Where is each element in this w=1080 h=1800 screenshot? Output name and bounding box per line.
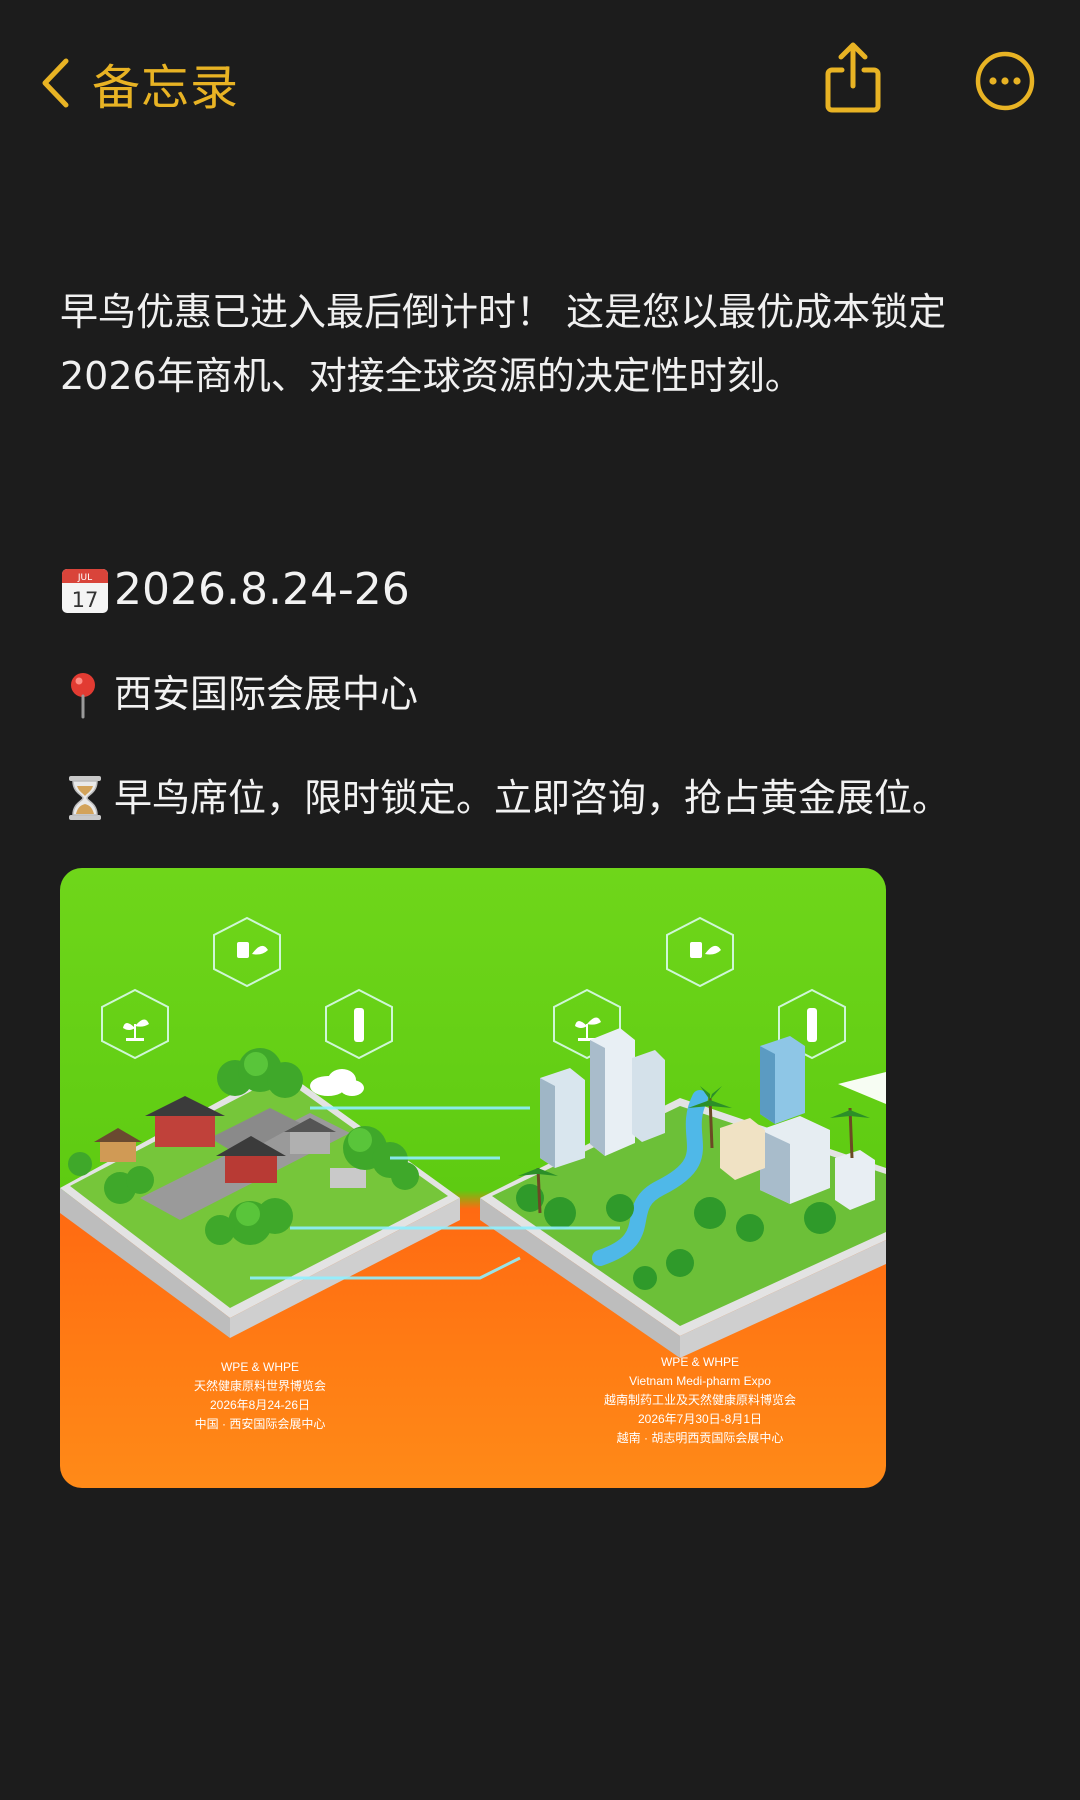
intro-paragraph: 早鸟优惠已进入最后倒计时！ 这是您以最优成本锁定 2026年商机、对接全球资源的… [60, 280, 1040, 408]
right-caption-line-2: Vietnam Medi-pharm Expo [629, 1374, 771, 1388]
ellipsis-circle-icon [974, 51, 1036, 116]
cta-line: 早鸟席位，限时锁定。立即咨询，抢占黄金展位。 [60, 766, 1040, 830]
hourglass-icon [60, 773, 110, 823]
right-caption-line-4: 2026年7月30日-8月1日 [637, 1412, 763, 1426]
back-button[interactable]: 备忘录 [40, 48, 239, 118]
right-caption-line-5: 越南 · 胡志明西贡国际会展中心 [616, 1431, 784, 1445]
right-caption-line-1: WPE & WHPE [660, 1355, 739, 1369]
calendar-day-text: 17 [72, 588, 99, 612]
more-options-button[interactable] [974, 50, 1036, 112]
call-to-action: 早鸟席位，限时锁定。立即咨询，抢占黄金展位。 [114, 776, 951, 820]
calendar-month-text: JUL [77, 573, 92, 583]
nav-bar: 备忘录 [0, 0, 1080, 170]
event-date: 2026.8.24-26 [114, 564, 410, 615]
note-body[interactable]: 早鸟优惠已进入最后倒计时！ 这是您以最优成本锁定 2026年商机、对接全球资源的… [60, 280, 1040, 830]
round-pushpin-icon [60, 669, 110, 719]
expo-poster-image[interactable]: WPE & WHPE 天然健康原料世界博览会 2026年8月24-26日 中国 … [60, 868, 886, 1488]
venue-line: 西安国际会展中心 [60, 662, 1040, 726]
right-caption-line-3: 越南制药工业及天然健康原料博览会 [603, 1393, 796, 1407]
event-venue: 西安国际会展中心 [114, 672, 419, 716]
left-caption-line-2: 天然健康原料世界博览会 [193, 1379, 326, 1393]
left-caption-line-4: 中国 · 西安国际会展中心 [194, 1417, 326, 1431]
date-line: JUL 17 2026.8.24-26 [60, 558, 1040, 622]
left-caption-line-3: 2026年8月24-26日 [209, 1398, 311, 1412]
back-label: 备忘录 [92, 60, 240, 116]
intro-line-1: 早鸟优惠已进入最后倒计时！ 这是您以最优成本锁定 [60, 290, 947, 334]
share-button[interactable] [822, 40, 884, 116]
intro-line-2: 2026年商机、对接全球资源的决定性时刻。 [60, 354, 803, 398]
calendar-icon: JUL 17 [60, 565, 110, 615]
right-poster-caption: WPE & WHPE Vietnam Medi-pharm Expo 越南制药工… [580, 1353, 820, 1448]
left-caption-line-1: WPE & WHPE [220, 1360, 299, 1374]
chevron-left-icon [40, 57, 70, 109]
share-icon [822, 42, 884, 120]
left-poster-caption: WPE & WHPE 天然健康原料世界博览会 2026年8月24-26日 中国 … [170, 1358, 350, 1434]
